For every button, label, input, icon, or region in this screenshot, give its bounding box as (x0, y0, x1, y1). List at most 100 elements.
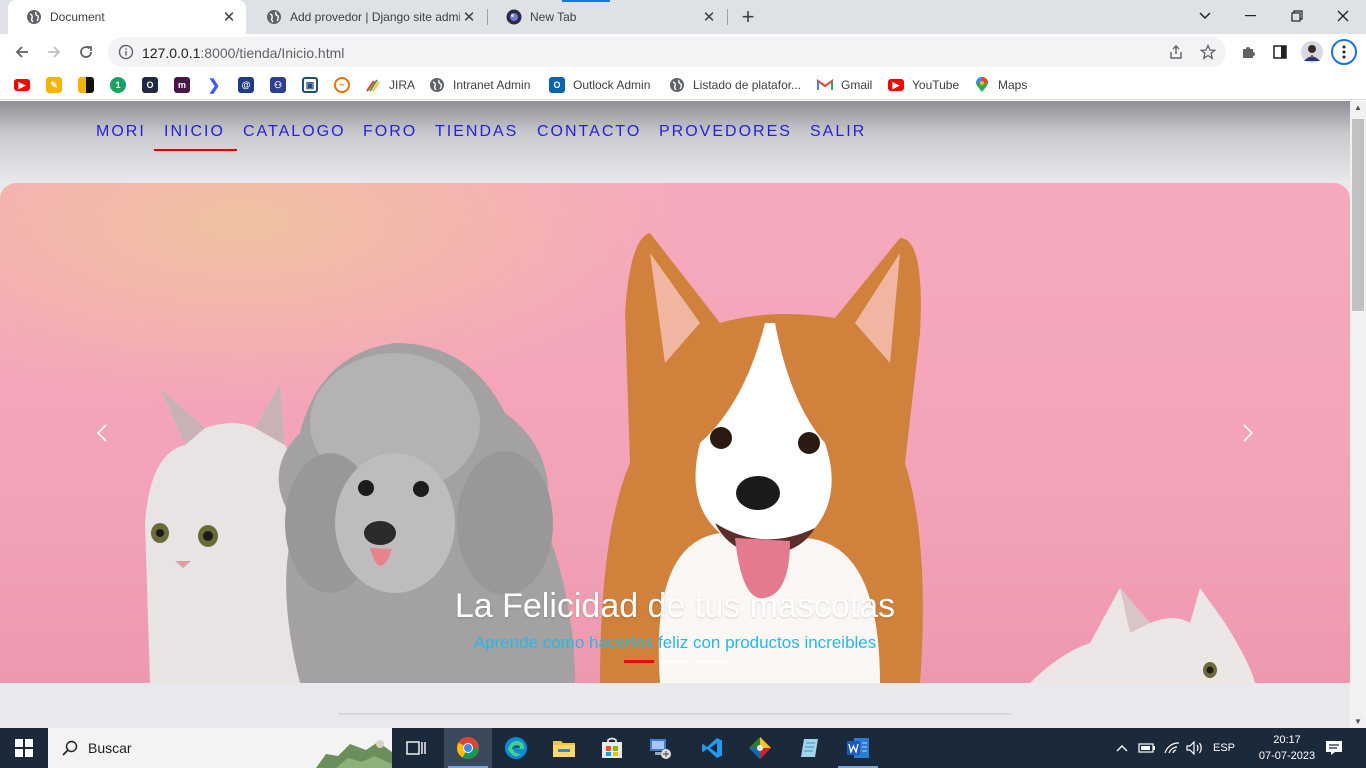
url-text: 127.0.0.1:8000/tienda/Inicio.html (142, 45, 344, 61)
close-tab-icon[interactable]: ✕ (460, 8, 478, 26)
taskbar-word[interactable] (834, 728, 882, 768)
show-hidden-icons-button[interactable] (1112, 728, 1132, 768)
nav-link-inicio[interactable]: INICIO (154, 123, 237, 151)
network-status[interactable] (1160, 728, 1184, 768)
scroll-up-arrow-icon[interactable]: ▲ (1354, 103, 1362, 112)
battery-status[interactable] (1136, 728, 1158, 768)
bookmark-maps[interactable]: Maps (974, 76, 1027, 94)
battery-icon (1138, 743, 1155, 753)
tab-title: Document (50, 10, 105, 24)
chrome-newtab-icon (506, 9, 522, 25)
minimize-icon[interactable] (1228, 0, 1274, 32)
bookmark-box-app[interactable]: ▣ (302, 76, 318, 94)
hero-subtitle: Aprende como hacerlos feliz con producto… (473, 633, 877, 652)
share-icon[interactable] (1162, 38, 1190, 66)
page-scrollbar[interactable]: ▲ ▼ (1350, 101, 1366, 728)
action-center-button[interactable] (1320, 728, 1348, 768)
bookmark-person-app[interactable]: ⚇ (270, 76, 286, 94)
scroll-down-arrow-icon[interactable]: ▼ (1354, 717, 1362, 726)
profile-avatar[interactable] (1298, 38, 1326, 66)
taskbar-search-box[interactable]: Buscar (48, 728, 392, 768)
taskbar-remote-desktop[interactable] (636, 728, 684, 768)
carousel-indicator-2[interactable] (660, 660, 690, 663)
carousel-indicator-1[interactable] (624, 660, 654, 663)
new-tab-button[interactable]: + (736, 4, 760, 29)
chrome-menu-icon[interactable] (1330, 38, 1358, 66)
carousel-indicator-3[interactable] (696, 660, 726, 663)
chevron-up-icon (1116, 745, 1128, 752)
taskbar-notepad[interactable] (786, 728, 834, 768)
tab-title: Add provedor | Django site admi (290, 10, 460, 24)
close-window-icon[interactable] (1320, 0, 1366, 32)
tab-django-admin[interactable]: Add provedor | Django site admi ✕ (248, 0, 486, 34)
nav-link-catalogo[interactable]: CATALOGO (243, 123, 346, 141)
forward-icon[interactable] (40, 38, 68, 66)
bookmark-label: Maps (998, 78, 1028, 92)
taskbar-vscode[interactable] (688, 728, 736, 768)
git-diamond-icon (749, 737, 771, 759)
taskbar-store[interactable] (588, 728, 636, 768)
tab-new-tab[interactable]: New Tab ✕ (488, 0, 726, 34)
bookmark-label: Intranet Admin (453, 78, 531, 92)
bookmark-bars-app[interactable] (78, 76, 94, 94)
hero-title: La Felicidad de tus mascotas (454, 587, 896, 625)
side-panel-icon[interactable] (1266, 38, 1294, 66)
close-tab-icon[interactable]: ✕ (700, 8, 718, 26)
site-info-icon[interactable] (118, 44, 134, 60)
bookmark-arrow-app[interactable]: ❯ (206, 76, 222, 94)
chevron-left-icon (96, 424, 107, 442)
windows-logo-icon (15, 739, 33, 757)
person-app-icon: ⚇ (270, 77, 286, 93)
bookmark-one-app[interactable]: 1 (110, 76, 126, 94)
url-host: 127.0.0.1 (142, 45, 201, 61)
back-icon[interactable] (8, 38, 36, 66)
tab-search-chevron-icon[interactable] (1182, 0, 1228, 32)
bookmark-m-app[interactable]: m (174, 76, 190, 94)
address-bar[interactable]: 127.0.0.1:8000/tienda/Inicio.html (108, 37, 1226, 67)
edge-icon (505, 737, 527, 759)
bookmark-o-app[interactable]: O (142, 76, 158, 94)
volume-control[interactable] (1184, 728, 1206, 768)
bookmark-label: Outlock Admin (573, 78, 651, 92)
nav-link-contacto[interactable]: CONTACTO (537, 123, 641, 141)
tab-document[interactable]: Document ✕ (8, 0, 246, 34)
task-view-button[interactable] (392, 728, 440, 768)
input-language[interactable]: ESP (1208, 728, 1240, 768)
taskbar-git-kraken[interactable] (736, 728, 784, 768)
nav-link-tiendas[interactable]: TIENDAS (435, 123, 518, 141)
task-view-icon (406, 741, 426, 755)
tab-strip: Document ✕ Add provedor | Django site ad… (0, 0, 1366, 34)
start-button[interactable] (0, 728, 48, 768)
taskbar-chrome[interactable] (444, 728, 492, 768)
maps-pin-icon (974, 77, 990, 93)
carousel-next-button[interactable] (1238, 419, 1258, 447)
system-clock[interactable]: 20:17 07-07-2023 (1252, 732, 1322, 764)
carousel-prev-button[interactable] (92, 419, 112, 447)
taskbar-edge[interactable] (492, 728, 540, 768)
gmail-icon (817, 77, 833, 93)
bookmark-star-icon[interactable] (1194, 38, 1222, 66)
bookmark-gmail[interactable]: Gmail (817, 76, 872, 94)
bookmark-jira[interactable]: JIRA (365, 76, 415, 94)
restore-icon[interactable] (1274, 0, 1320, 32)
reload-icon[interactable] (72, 38, 100, 66)
bookmark-youtube[interactable]: ▶ YouTube (888, 76, 959, 94)
bookmark-pencil-app[interactable]: ✎ (46, 76, 62, 94)
bookmark-intranet-admin[interactable]: Intranet Admin (429, 76, 530, 94)
taskbar-file-explorer[interactable] (540, 728, 588, 768)
nav-link-mori[interactable]: MORI (96, 123, 146, 141)
bookmark-wave-app[interactable]: ~ (334, 76, 350, 94)
bookmark-listado-plataformas[interactable]: Listado de platafor... (669, 76, 801, 94)
scrollbar-thumb[interactable] (1352, 119, 1364, 311)
chrome-icon (457, 737, 479, 759)
bookmark-outlock-admin[interactable]: O Outlock Admin (549, 76, 650, 94)
close-tab-icon[interactable]: ✕ (220, 8, 238, 26)
nav-link-provedores[interactable]: PROVEDORES (659, 123, 792, 141)
site-navbar: MORI INICIO CATALOGO FORO TIENDAS CONTAC… (0, 101, 1350, 183)
search-placeholder: Buscar (88, 740, 132, 756)
nav-link-foro[interactable]: FORO (363, 123, 417, 141)
bookmark-youtube-app[interactable]: ▶ (14, 76, 30, 94)
nav-link-salir[interactable]: SALIR (810, 123, 866, 141)
extensions-icon[interactable] (1234, 38, 1262, 66)
bookmark-at-app[interactable]: @ (238, 76, 254, 94)
